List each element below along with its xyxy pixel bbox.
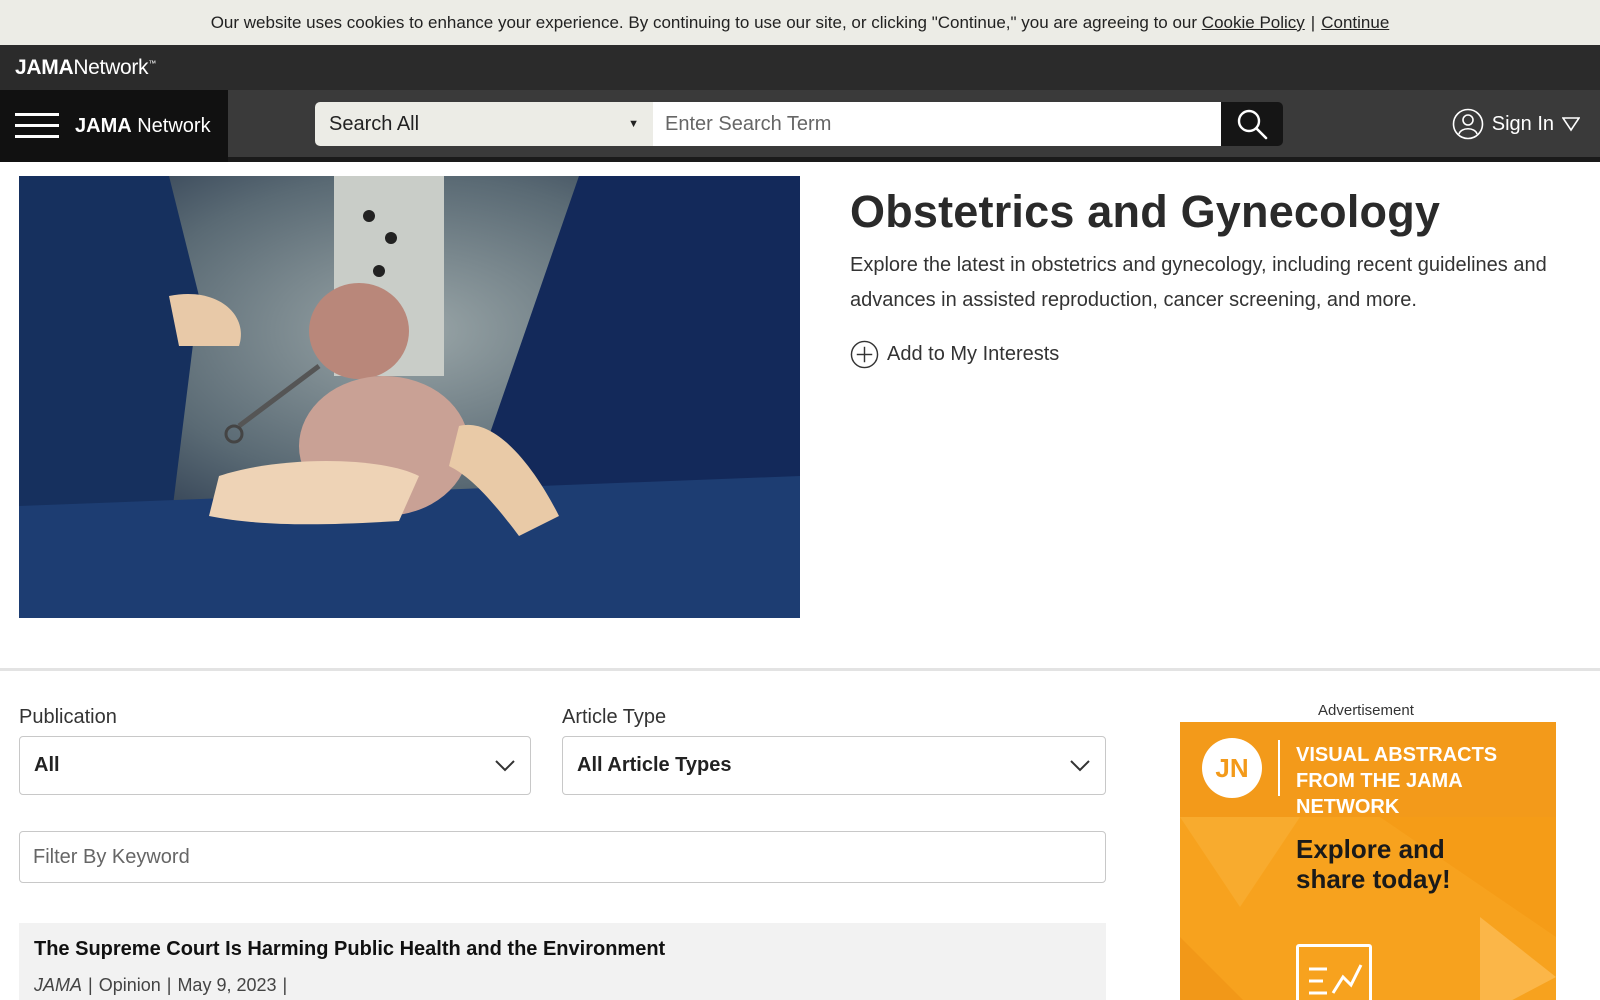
article-type-select[interactable]: All Article Types [562, 736, 1106, 795]
page-title: Obstetrics and Gynecology [850, 186, 1441, 237]
search-scope-select[interactable]: Search All ▼ [315, 102, 653, 146]
brand-name[interactable]: JAMA Network [75, 115, 211, 138]
search-bar: Search All ▼ [315, 102, 1283, 146]
section-divider [0, 668, 1600, 671]
search-input[interactable] [653, 102, 1221, 146]
ad-headline-line1: VISUAL ABSTRACTS [1296, 744, 1498, 766]
ad-cta: Explore and share today! [1296, 834, 1496, 894]
network-bar: JAMANetwork™ [0, 45, 1600, 90]
publication-select[interactable]: All [19, 736, 531, 795]
search-scope-value: Search All [329, 112, 420, 135]
sign-in-button[interactable]: Sign In [1452, 108, 1580, 140]
keyword-filter-input[interactable] [19, 831, 1106, 883]
search-button[interactable] [1221, 102, 1283, 146]
brand-box: JAMA Network [0, 90, 228, 162]
ad-headline-line2: FROM THE JAMA NETWORK [1296, 770, 1462, 818]
article-title[interactable]: The Supreme Court Is Harming Public Heal… [34, 938, 1091, 961]
publication-label: Publication [19, 706, 117, 728]
article-date: May 9, 2023 [177, 975, 277, 995]
ad-cta-line1: Explore and [1296, 834, 1445, 864]
article-type-value: All Article Types [577, 754, 732, 776]
article-card: The Supreme Court Is Harming Public Heal… [19, 923, 1106, 1000]
menu-icon[interactable] [15, 111, 59, 141]
article-journal: JAMA [34, 975, 83, 995]
cookie-policy-link[interactable]: Cookie Policy [1202, 13, 1305, 33]
add-to-interests-button[interactable]: Add to My Interests [850, 340, 1059, 369]
ad-cta-line2: share today! [1296, 864, 1451, 894]
network-logo-tm: ™ [148, 58, 156, 68]
caret-down-icon: ▼ [628, 118, 639, 130]
article-meta: JAMA | Opinion | May 9, 2023 | [34, 975, 1091, 996]
advertisement-banner[interactable]: JN VISUAL ABSTRACTS FROM THE JAMA NETWOR… [1180, 722, 1556, 1000]
advertisement-label: Advertisement [1318, 702, 1414, 719]
site-header: JAMA Network Search All ▼ Sign In [0, 90, 1600, 162]
chevron-down-icon [495, 759, 515, 771]
cookie-continue-link[interactable]: Continue [1321, 13, 1389, 33]
cookie-separator: | [1310, 12, 1316, 32]
meta-separator: | [88, 975, 93, 995]
meta-separator: | [166, 975, 172, 995]
brand-bold: JAMA [75, 114, 132, 137]
ad-headline: VISUAL ABSTRACTS FROM THE JAMA NETWORK [1296, 742, 1546, 820]
jama-network-logo[interactable]: JAMANetwork™ [15, 56, 156, 80]
chevron-down-icon [1562, 117, 1580, 132]
sign-in-label: Sign In [1491, 112, 1554, 135]
ad-divider [1278, 740, 1280, 796]
chart-icon [1296, 944, 1372, 1000]
jn-logo-icon: JN [1202, 738, 1262, 798]
article-type-label: Article Type [562, 706, 667, 728]
publication-value: All [34, 754, 60, 776]
hero-image [19, 176, 800, 618]
meta-separator: | [282, 975, 288, 995]
search-icon [1237, 109, 1268, 140]
cookie-text: Our website uses cookies to enhance your… [210, 12, 1198, 32]
network-logo-bold: JAMA [15, 55, 74, 79]
plus-circle-icon [850, 340, 879, 369]
add-to-interests-label: Add to My Interests [887, 343, 1060, 365]
page-description: Explore the latest in obstetrics and gyn… [850, 254, 1547, 311]
article-type: Opinion [98, 975, 161, 995]
user-icon [1452, 108, 1484, 140]
cookie-banner: Our website uses cookies to enhance your… [0, 0, 1600, 45]
brand-light: Network [137, 114, 211, 137]
network-logo-light: Network [73, 55, 149, 79]
chevron-down-icon [1070, 759, 1090, 771]
